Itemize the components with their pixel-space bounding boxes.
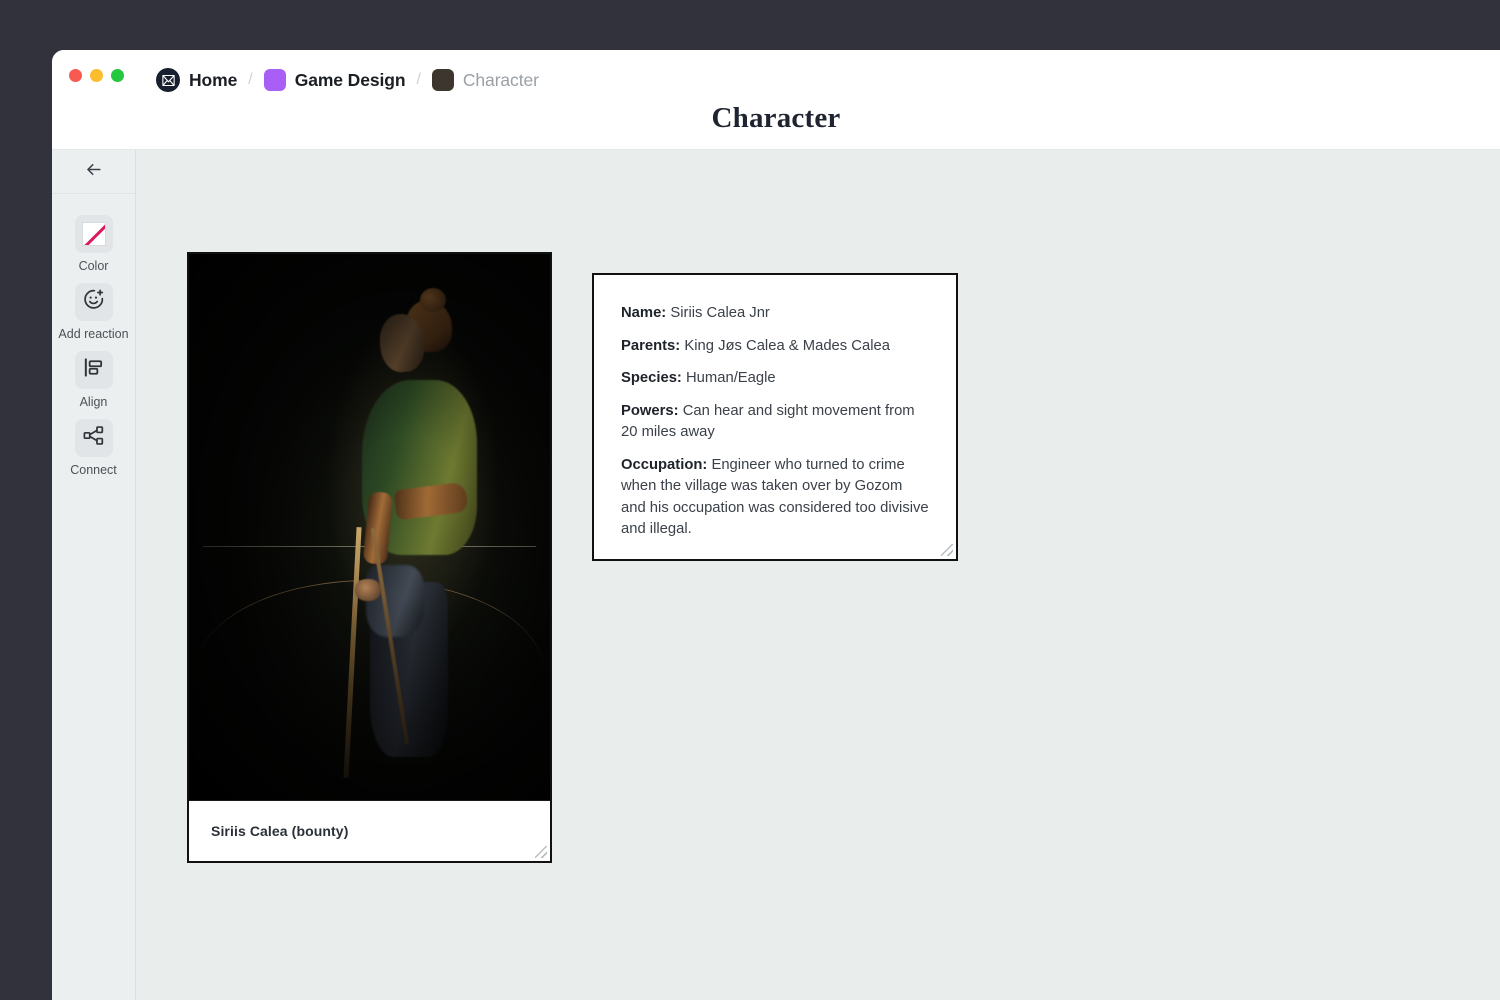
resize-handle-icon[interactable] bbox=[941, 544, 953, 556]
info-key-occupation: Occupation: bbox=[621, 457, 707, 473]
board-canvas[interactable]: Siriis Calea (bounty) Name: Siriis Calea… bbox=[52, 150, 1500, 1000]
color-swatch-icon bbox=[82, 222, 106, 246]
emoji-plus-icon-wrap bbox=[75, 283, 113, 321]
info-line-species: Species: Human/Eagle bbox=[621, 368, 929, 390]
color-swatch-icon-wrap bbox=[75, 215, 113, 253]
toolbar-item-add-reaction[interactable]: Add reaction bbox=[52, 283, 136, 341]
info-value-parents: King Jøs Calea & Mades Calea bbox=[684, 338, 890, 354]
toolbar-label-align: Align bbox=[80, 395, 108, 409]
breadcrumb-item-character[interactable]: Character bbox=[432, 69, 539, 91]
toolbar-back-button[interactable] bbox=[52, 150, 135, 194]
breadcrumb-separator: / bbox=[414, 71, 422, 89]
frame-chip-icon bbox=[432, 69, 454, 91]
share-nodes-icon-wrap bbox=[75, 419, 113, 457]
info-value-name: Siriis Calea Jnr bbox=[670, 305, 770, 321]
breadcrumb-separator: / bbox=[246, 71, 254, 89]
character-info-card[interactable]: Name: Siriis Calea Jnr Parents: King Jøs… bbox=[592, 273, 958, 561]
breadcrumb-label-home: Home bbox=[189, 70, 237, 91]
toolbar-item-connect[interactable]: Connect bbox=[52, 419, 136, 477]
align-left-icon-wrap bbox=[75, 351, 113, 389]
toolbar-label-connect: Connect bbox=[70, 463, 117, 477]
align-left-icon bbox=[82, 356, 105, 384]
context-toolbar: Color Add reaction bbox=[52, 150, 136, 1000]
breadcrumb-label-game-design: Game Design bbox=[295, 70, 406, 91]
breadcrumb: Home / Game Design / Character bbox=[156, 63, 539, 97]
info-key-species: Species: bbox=[621, 370, 682, 386]
miro-logo-icon bbox=[156, 68, 180, 92]
toolbar-item-align[interactable]: Align bbox=[52, 351, 136, 409]
toolbar-item-color[interactable]: Color bbox=[52, 215, 136, 273]
maximize-window-button[interactable] bbox=[111, 69, 124, 82]
close-window-button[interactable] bbox=[69, 69, 82, 82]
info-line-occupation: Occupation: Engineer who turned to crime… bbox=[621, 455, 929, 541]
photo-vignette bbox=[189, 254, 550, 800]
app-window: Home / Game Design / Character Character bbox=[52, 50, 1500, 1000]
arrow-left-icon bbox=[84, 160, 103, 184]
image-card-caption: Siriis Calea (bounty) bbox=[211, 823, 348, 839]
info-line-name: Name: Siriis Calea Jnr bbox=[621, 303, 929, 325]
minimize-window-button[interactable] bbox=[90, 69, 103, 82]
toolbar-items: Color Add reaction bbox=[52, 194, 135, 477]
window-controls bbox=[69, 69, 124, 82]
breadcrumb-item-game-design[interactable]: Game Design bbox=[264, 69, 406, 91]
resize-handle-icon[interactable] bbox=[535, 846, 547, 858]
breadcrumb-label-character: Character bbox=[463, 70, 539, 91]
breadcrumb-item-home[interactable]: Home bbox=[156, 68, 237, 92]
board-chip-icon bbox=[264, 69, 286, 91]
info-line-powers: Powers: Can hear and sight movement from… bbox=[621, 401, 929, 444]
info-line-parents: Parents: King Jøs Calea & Mades Calea bbox=[621, 336, 929, 358]
image-card[interactable]: Siriis Calea (bounty) bbox=[187, 252, 552, 863]
info-key-powers: Powers: bbox=[621, 403, 679, 419]
info-key-name: Name: bbox=[621, 305, 666, 321]
character-photo bbox=[189, 254, 550, 800]
share-nodes-icon bbox=[82, 424, 105, 452]
emoji-plus-icon bbox=[82, 288, 105, 316]
toolbar-label-add-reaction: Add reaction bbox=[58, 327, 128, 341]
page-title: Character bbox=[52, 102, 1500, 135]
info-value-species: Human/Eagle bbox=[686, 370, 776, 386]
info-key-parents: Parents: bbox=[621, 338, 680, 354]
toolbar-label-color: Color bbox=[79, 259, 109, 273]
image-card-caption-area[interactable]: Siriis Calea (bounty) bbox=[189, 800, 550, 861]
title-bar: Home / Game Design / Character Character bbox=[52, 50, 1500, 150]
